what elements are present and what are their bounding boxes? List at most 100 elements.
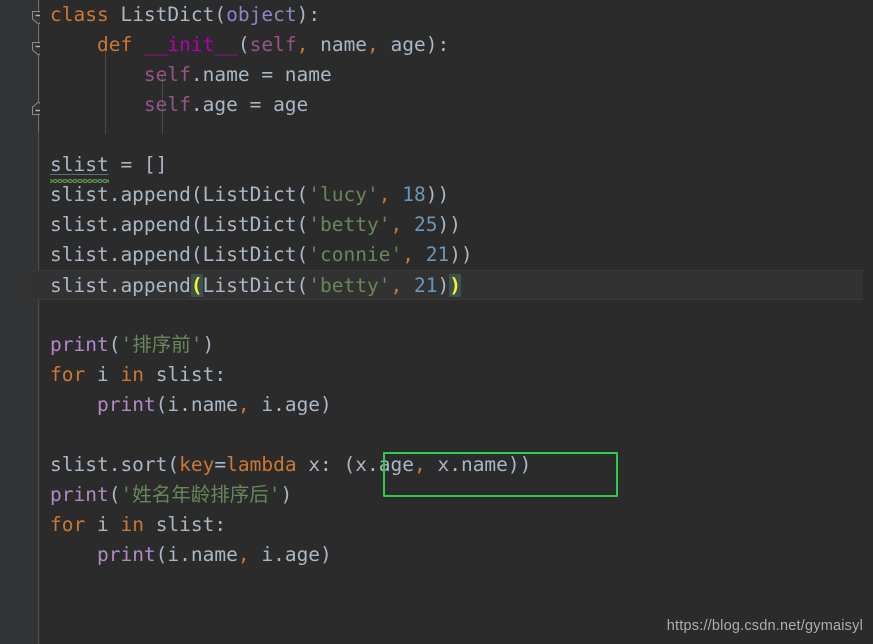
code-line[interactable]: slist.append(ListDict('betty', 25)) [40,210,873,240]
code-line[interactable]: slist = [] [40,150,873,180]
code-token: i [85,363,121,386]
code-line[interactable]: print('姓名年龄排序后') [40,480,873,510]
code-token: class [50,3,109,26]
code-token: name [308,33,368,56]
code-token: x.name)) [425,453,532,476]
code-line[interactable]: class ListDict(object): [40,0,873,30]
code-token: age [378,33,426,56]
code-token: slist.sort( [50,453,180,476]
editor-gutter[interactable] [0,0,45,644]
code-token: i.age) [249,543,332,566]
code-token: i.age) [249,393,332,416]
code-line[interactable]: for i in slist: [40,360,873,390]
code-token: (i.name [155,543,238,566]
code-token: slist.append [50,274,191,297]
code-token: ( [190,274,203,297]
code-token: , [237,393,250,416]
code-token: , [390,274,403,297]
code-line[interactable]: slist.append(ListDict('lucy', 18)) [40,180,873,210]
code-token: .age = age [190,93,309,116]
code-line[interactable]: slist.append(ListDict('betty', 21)) [30,270,863,300]
code-token: 18 [402,183,426,206]
code-token: for [50,363,86,386]
code-token: ( [108,483,121,506]
code-token: in [120,363,144,386]
code-token: ( [214,3,227,26]
code-token: , [296,33,309,56]
code-token: , [390,213,403,236]
code-token: 'betty' [308,213,391,236]
code-token: ) [449,274,461,297]
code-token-warning: slist [50,153,109,176]
code-line[interactable]: print(i.name, i.age) [40,390,873,420]
code-token: 'connie' [308,243,403,266]
code-token: , [413,453,426,476]
code-token: ) [437,274,450,297]
code-token: def [96,33,133,56]
code-token: self [143,93,191,116]
code-token: , [402,243,414,266]
code-token: slist.append(ListDict( [50,213,309,236]
code-token: key [179,453,215,476]
code-token: slist: [143,513,227,536]
code-token: self [249,33,297,56]
code-line[interactable]: print(i.name, i.age) [40,540,873,570]
code-line[interactable]: for i in slist: [40,510,873,540]
code-token: ListDict( [202,274,309,297]
code-token: print [96,393,156,416]
code-token: )) [437,213,461,236]
code-token: __init__ [143,33,238,56]
code-token: object [226,3,297,26]
code-line[interactable] [40,120,873,150]
code-line[interactable]: slist.sort(key=lambda x: (x.age, x.name)… [40,450,873,480]
code-token: for [50,513,86,536]
code-token: lambda [226,453,297,476]
watermark-url: https://blog.csdn.net/gymaisyl [666,618,863,634]
code-token: ): [425,33,450,56]
code-line[interactable]: def __init__(self, name, age): [40,30,873,60]
code-token: .name = name [190,63,332,86]
code-token: slist.append(ListDict( [50,183,309,206]
code-token: print [96,543,156,566]
code-token: ) [280,483,293,506]
code-token: 21 [414,274,438,297]
code-token: 'betty' [308,274,391,297]
code-token: , [237,543,250,566]
code-token: = [214,453,227,476]
code-token: )) [425,183,450,206]
code-token: 21 [425,243,450,266]
code-token: = [] [108,153,168,176]
code-line[interactable]: print('排序前') [40,330,873,360]
code-token: (i.name [155,393,238,416]
code-lines[interactable]: class ListDict(object): def __init__(sel… [30,0,873,570]
code-token: x: (x.age [296,453,414,476]
code-token: , [378,183,391,206]
code-line[interactable]: slist.append(ListDict('connie', 21)) [40,240,873,270]
code-token: '排序前' [120,333,203,356]
code-line[interactable]: self.name = name [40,60,873,90]
editor-text-area[interactable]: class ListDict(object): def __init__(sel… [30,0,873,644]
code-line[interactable]: self.age = age [40,90,873,120]
code-line[interactable] [40,420,873,450]
code-editor-screenshot: class ListDict(object): def __init__(sel… [0,0,873,644]
code-token: print [50,483,109,506]
code-token: ListDict [120,3,215,26]
code-line[interactable] [40,300,873,330]
code-token: i [85,513,121,536]
code-token: slist: [143,363,227,386]
code-token: )) [449,243,473,266]
code-token: in [120,513,144,536]
code-token: ( [108,333,121,356]
code-token: 25 [413,213,438,236]
code-token: ( [237,33,250,56]
code-token: , [367,33,379,56]
